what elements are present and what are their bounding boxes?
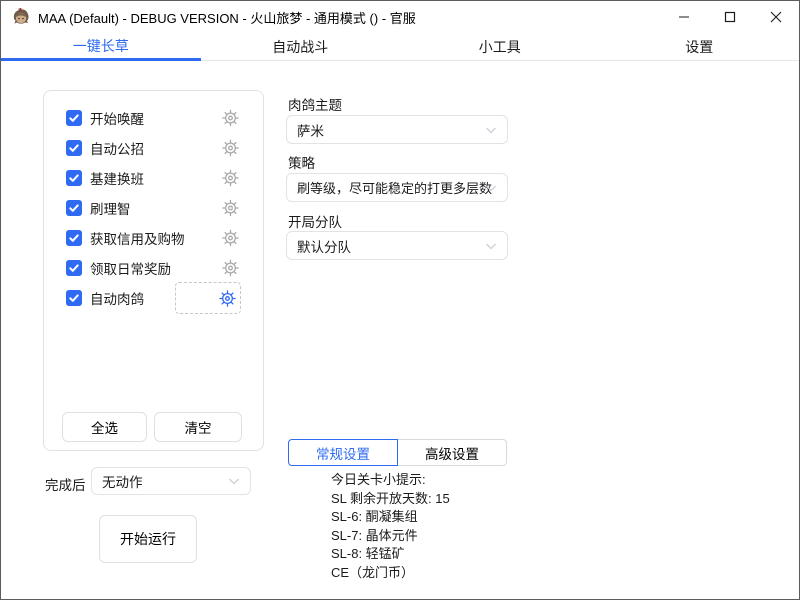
- tab-1[interactable]: 一键长草: [1, 33, 201, 61]
- gear-icon[interactable]: [221, 259, 240, 278]
- task-row: 领取日常奖励: [44, 253, 263, 283]
- tab-3[interactable]: 小工具: [400, 33, 600, 61]
- task-panel: 开始唤醒自动公招基建换班刷理智获取信用及购物领取日常奖励自动肉鸽 全选 清空: [43, 90, 264, 451]
- minimize-icon: [678, 11, 690, 23]
- chevron-down-icon: [483, 122, 499, 138]
- tab-2[interactable]: 自动战斗: [201, 33, 401, 61]
- task-checkbox[interactable]: [66, 290, 82, 306]
- tip-line: SL-6: 酮凝集组: [331, 508, 450, 527]
- task-checkbox[interactable]: [66, 230, 82, 246]
- task-label: 自动公招: [90, 138, 144, 158]
- task-checkbox[interactable]: [66, 170, 82, 186]
- task-row: 基建换班: [44, 163, 263, 193]
- tip-line: SL 剩余开放天数: 15: [331, 490, 450, 509]
- task-label: 基建换班: [90, 168, 144, 188]
- task-list: 开始唤醒自动公招基建换班刷理智获取信用及购物领取日常奖励自动肉鸽: [44, 103, 263, 313]
- app-window: MAA (Default) - DEBUG VERSION - 火山旅梦 - 通…: [0, 0, 800, 600]
- task-label: 自动肉鸽: [90, 288, 144, 308]
- gear-icon[interactable]: [221, 109, 240, 128]
- task-label: 获取信用及购物: [90, 228, 185, 248]
- roguelike-theme-value: 萨米: [297, 120, 324, 140]
- window-controls: [661, 1, 799, 33]
- roguelike-squad-select[interactable]: 默认分队: [286, 231, 508, 260]
- roguelike-theme-select[interactable]: 萨米: [286, 115, 508, 144]
- task-row: 自动公招: [44, 133, 263, 163]
- roguelike-squad-label: 开局分队: [288, 211, 342, 231]
- maximize-icon: [724, 11, 736, 23]
- gear-icon[interactable]: [218, 289, 237, 308]
- window-title: MAA (Default) - DEBUG VERSION - 火山旅梦 - 通…: [38, 8, 416, 27]
- select-all-button[interactable]: 全选: [62, 412, 147, 442]
- roguelike-strategy-label: 策略: [288, 152, 315, 172]
- clear-button[interactable]: 清空: [154, 412, 242, 442]
- task-row: 刷理智: [44, 193, 263, 223]
- minimize-button[interactable]: [661, 1, 707, 33]
- gear-icon[interactable]: [221, 139, 240, 158]
- task-checkbox[interactable]: [66, 260, 82, 276]
- general-settings-button[interactable]: 常规设置: [288, 439, 398, 466]
- chevron-down-icon: [483, 180, 499, 196]
- roguelike-theme-label: 肉鸽主题: [288, 94, 342, 114]
- chevron-down-icon: [483, 238, 499, 254]
- tab-bar: 一键长草自动战斗小工具设置: [1, 33, 799, 61]
- chevron-down-icon: [226, 473, 242, 489]
- task-checkbox[interactable]: [66, 140, 82, 156]
- task-row: 获取信用及购物: [44, 223, 263, 253]
- task-label: 开始唤醒: [90, 108, 144, 128]
- tip-line: CE（龙门币）: [331, 564, 450, 583]
- roguelike-strategy-value: 刷等级，尽可能稳定的打更多层数: [297, 178, 492, 197]
- title-bar: MAA (Default) - DEBUG VERSION - 火山旅梦 - 通…: [1, 1, 799, 33]
- tip-line: 今日关卡小提示:: [331, 471, 450, 490]
- maximize-button[interactable]: [707, 1, 753, 33]
- after-completion-label: 完成后: [45, 474, 86, 494]
- task-label: 领取日常奖励: [90, 258, 171, 278]
- roguelike-squad-value: 默认分队: [297, 236, 351, 256]
- maa-logo-icon: [11, 7, 31, 27]
- tip-line: SL-8: 轻锰矿: [331, 545, 450, 564]
- task-row: 开始唤醒: [44, 103, 263, 133]
- close-icon: [770, 11, 782, 23]
- gear-icon[interactable]: [221, 199, 240, 218]
- task-label: 刷理智: [90, 198, 131, 218]
- roguelike-strategy-select[interactable]: 刷等级，尽可能稳定的打更多层数: [286, 173, 508, 202]
- task-row: 自动肉鸽: [44, 283, 263, 313]
- close-button[interactable]: [753, 1, 799, 33]
- task-checkbox[interactable]: [66, 200, 82, 216]
- start-run-button[interactable]: 开始运行: [99, 515, 197, 563]
- task-checkbox[interactable]: [66, 110, 82, 126]
- gear-icon[interactable]: [221, 229, 240, 248]
- gear-icon[interactable]: [221, 169, 240, 188]
- after-completion-select[interactable]: 无动作: [91, 467, 251, 495]
- task-settings-focus-box: [175, 282, 241, 314]
- after-completion-value: 无动作: [102, 471, 143, 491]
- daily-stage-tips: 今日关卡小提示:SL 剩余开放天数: 15SL-6: 酮凝集组SL-7: 晶体元…: [331, 471, 450, 582]
- tab-4[interactable]: 设置: [600, 33, 800, 61]
- tip-line: SL-7: 晶体元件: [331, 527, 450, 546]
- advanced-settings-button[interactable]: 高级设置: [397, 439, 507, 466]
